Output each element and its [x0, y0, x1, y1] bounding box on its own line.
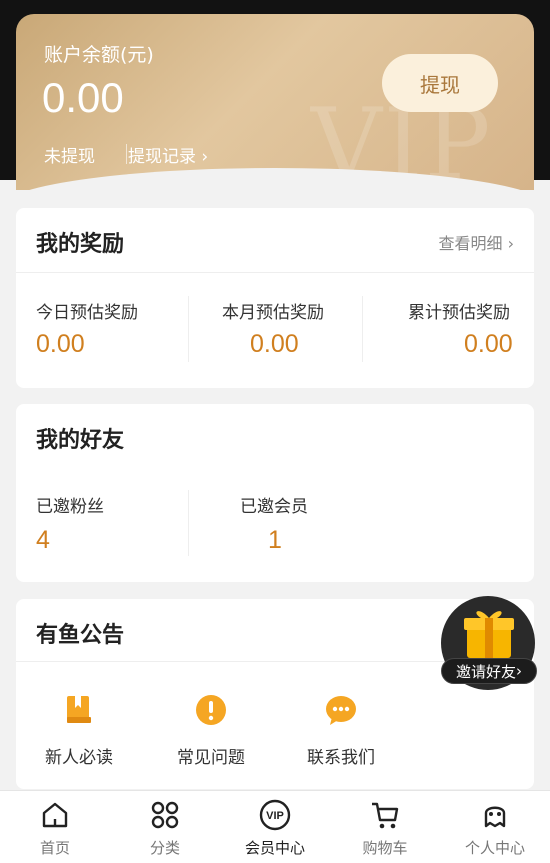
exclamation-icon [196, 695, 226, 725]
tab-category-label: 分类 [149, 839, 180, 857]
chevron-right-icon: › [201, 147, 209, 167]
rewards-title: 我的奖励 [36, 232, 125, 257]
withdraw-history-label: 提现记录 [128, 147, 196, 167]
svg-text:VIP: VIP [266, 810, 284, 822]
withdraw-button[interactable]: 提现 [382, 54, 498, 112]
tab-member-center[interactable]: VIP 会员中心 [220, 791, 330, 863]
total-reward-label: 累计预估奖励 [408, 303, 510, 323]
profile-icon [484, 806, 506, 828]
gift-icon [464, 611, 514, 658]
newcomer-guide-label: 新人必读 [45, 748, 113, 768]
balance-amount: 0.00 [42, 74, 124, 121]
book-icon [67, 696, 91, 723]
divider [188, 490, 189, 556]
divider [126, 144, 127, 164]
chat-icon [326, 696, 356, 725]
tab-home[interactable]: 首页 [0, 791, 110, 863]
contact-us-label: 联系我们 [307, 748, 375, 768]
invite-friends-button[interactable]: 邀请好友 › [437, 596, 537, 692]
tab-profile-label: 个人中心 [464, 839, 525, 857]
category-icon [151, 801, 179, 829]
month-reward-label: 本月预估奖励 [222, 303, 324, 323]
friends-title: 我的好友 [36, 428, 125, 453]
month-reward-value: 0.00 [250, 330, 299, 358]
invited-fans-value: 4 [36, 526, 50, 554]
today-reward-label: 今日预估奖励 [36, 303, 138, 323]
contact-us-item[interactable]: 联系我们 [286, 693, 396, 768]
not-withdrawn-label: 未提现 [44, 147, 95, 167]
cart-icon [372, 802, 399, 829]
tab-home-label: 首页 [39, 839, 70, 857]
balance-label: 账户余额(元) [44, 44, 154, 66]
tab-cart-label: 购物车 [362, 839, 408, 857]
balance-card: VIP 账户余额(元) 0.00 提现 未提现 提现记录 › [16, 14, 534, 190]
invited-fans-label: 已邀粉丝 [36, 497, 104, 517]
divider [16, 272, 534, 273]
tab-profile[interactable]: 个人中心 [440, 791, 550, 863]
bottom-tab-bar: 首页 分类 VIP 会员中心 购物车 个人中心 [0, 790, 550, 863]
tab-member-center-label: 会员中心 [244, 839, 305, 857]
tab-cart[interactable]: 购物车 [330, 791, 440, 863]
friends-card: 我的好友 已邀粉丝 4 已邀会员 1 [16, 404, 534, 582]
rewards-card: 我的奖励 查看明细 › 今日预估奖励 0.00 本月预估奖励 0.00 累计预估… [16, 208, 534, 388]
faq-item[interactable]: 常见问题 [156, 693, 266, 768]
invited-members-value: 1 [268, 526, 282, 554]
newcomer-guide-item[interactable]: 新人必读 [24, 693, 134, 768]
invited-members-label: 已邀会员 [240, 497, 308, 517]
total-reward-value: 0.00 [464, 330, 513, 358]
chevron-right-icon: › [507, 234, 514, 253]
divider [362, 296, 363, 362]
chevron-right-icon: › [516, 662, 522, 680]
divider [188, 296, 189, 362]
today-reward-value: 0.00 [36, 330, 85, 358]
tab-category[interactable]: 分类 [110, 791, 220, 863]
faq-label: 常见问题 [177, 748, 245, 768]
view-detail-link[interactable]: 查看明细 › [438, 230, 514, 254]
withdraw-history-link[interactable]: 提现记录 › [128, 142, 208, 167]
vip-icon: VIP [259, 799, 291, 831]
view-detail-label: 查看明细 [438, 234, 503, 253]
home-icon [42, 802, 68, 828]
notice-title: 有鱼公告 [36, 623, 125, 648]
invite-label: 邀请好友 [455, 662, 516, 681]
invite-pill: 邀请好友 › [441, 658, 537, 684]
